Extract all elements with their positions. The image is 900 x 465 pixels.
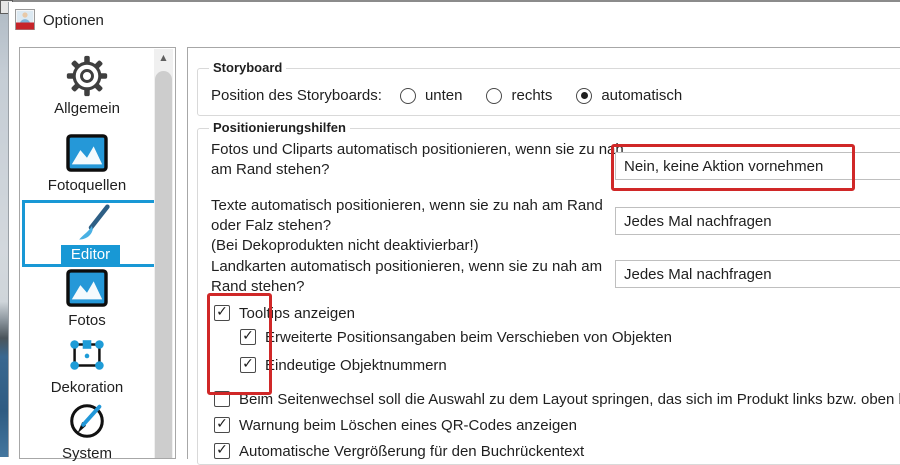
positioning-group: Positionierungshilfen Fotos und Cliparts…	[197, 128, 900, 465]
sidebar-item-label: Editor	[61, 245, 120, 264]
texte-note: (Bei Dekoprodukten nicht deaktivierbar!)	[211, 236, 626, 256]
radio-unten[interactable]	[400, 88, 416, 104]
sidebar-item-label: System	[52, 444, 122, 463]
checkbox[interactable]: ✓	[214, 417, 230, 433]
landkarten-label: Landkarten automatisch positionieren, we…	[211, 257, 626, 297]
texte-dropdown[interactable]: Jedes Mal nachfragen	[615, 207, 900, 235]
check-icon: ✓	[242, 329, 254, 343]
checkbox-label: Beim Seitenwechsel soll die Auswahl zu d…	[239, 391, 900, 408]
checkbox-row-qrcode-warnung: ✓ Warnung beim Löschen eines QR-Codes an…	[214, 416, 577, 434]
dropdown-value: Nein, keine Aktion vornehmen	[624, 158, 823, 175]
storyboard-group: Storyboard Position des Storyboards: unt…	[197, 68, 900, 116]
check-icon: ✓	[216, 305, 228, 319]
sidebar-item-system[interactable]: System	[20, 400, 154, 463]
sidebar-item-label: Dekoration	[41, 378, 134, 397]
radio-automatisch[interactable]	[576, 88, 592, 104]
checkbox-row-seitenwechsel: Beim Seitenwechsel soll die Auswahl zu d…	[214, 390, 900, 408]
group-title: Positionierungshilfen	[209, 120, 350, 135]
dropdown-value: Jedes Mal nachfragen	[624, 266, 772, 283]
sidebar-item-label: Fotoquellen	[38, 176, 136, 195]
photos-cliparts-dropdown[interactable]: Nein, keine Aktion vornehmen	[615, 152, 900, 180]
pen-circle-icon	[66, 400, 108, 442]
options-dialog: Optionen Allgemein	[8, 2, 900, 457]
sidebar-item-fotos[interactable]: Fotos	[20, 267, 154, 330]
photo-icon	[66, 132, 108, 174]
radio-label: rechts	[511, 87, 552, 104]
checkbox-row-tooltips: ✓ Tooltips anzeigen	[214, 304, 355, 322]
group-title: Storyboard	[209, 60, 286, 75]
selection-frame-icon	[66, 334, 108, 376]
checkbox-row-positionsangaben: ✓ Erweiterte Positionsangaben beim Versc…	[240, 328, 672, 346]
sidebar-scrollbar[interactable]: ▲	[154, 49, 173, 458]
checkbox-row-buchruecken: ✓ Automatische Vergrößerung für den Buch…	[214, 442, 584, 460]
check-icon: ✓	[216, 443, 228, 457]
sidebar-item-label: Allgemein	[44, 99, 130, 118]
checkbox[interactable]: ✓	[240, 329, 256, 345]
radio-label: unten	[425, 87, 463, 104]
checkbox[interactable]: ✓	[240, 357, 256, 373]
settings-panel: Storyboard Position des Storyboards: unt…	[187, 47, 900, 459]
checkbox-label: Erweiterte Positionsangaben beim Verschi…	[265, 329, 672, 346]
sidebar-item-allgemein[interactable]: Allgemein	[20, 55, 154, 118]
checkbox[interactable]: ✓	[214, 305, 230, 321]
texte-label: Texte automatisch positionieren, wenn si…	[211, 196, 626, 255]
checkbox-label: Warnung beim Löschen eines QR-Codes anze…	[239, 417, 577, 434]
title-bar: Optionen	[9, 2, 900, 47]
photos-cliparts-label: Fotos und Cliparts automatisch positioni…	[211, 140, 626, 180]
radio-label: automatisch	[601, 87, 682, 104]
check-icon: ✓	[216, 417, 228, 431]
checkbox-row-objektnummern: ✓ Eindeutige Objektnummern	[240, 356, 447, 374]
triangle-up-icon: ▲	[160, 53, 166, 62]
dropdown-value: Jedes Mal nachfragen	[624, 213, 772, 230]
sidebar-item-dekoration[interactable]: Dekoration	[20, 334, 154, 397]
sidebar-item-editor[interactable]: Editor	[22, 200, 159, 267]
scrollbar-thumb[interactable]	[155, 71, 172, 458]
photo-icon	[66, 267, 108, 309]
photo-album-icon	[15, 9, 35, 30]
checkbox[interactable]	[214, 391, 230, 407]
storyboard-position-row: Position des Storyboards: unten rechts a…	[211, 87, 706, 104]
checkbox-label: Tooltips anzeigen	[239, 305, 355, 322]
landkarten-dropdown[interactable]: Jedes Mal nachfragen	[615, 260, 900, 288]
gear-icon	[65, 55, 109, 97]
radio-rechts[interactable]	[486, 88, 502, 104]
category-sidebar: Allgemein Fotoquellen Editor	[19, 47, 176, 459]
sidebar-item-fotoquellen[interactable]: Fotoquellen	[20, 132, 154, 195]
brush-icon	[69, 203, 113, 245]
scrollbar-up-button[interactable]: ▲	[154, 49, 173, 66]
texte-question: Texte automatisch positionieren, wenn si…	[211, 196, 626, 236]
sidebar-item-label: Fotos	[58, 311, 116, 330]
storyboard-position-label: Position des Storyboards:	[211, 87, 382, 104]
check-icon: ✓	[242, 357, 254, 371]
window-title: Optionen	[43, 12, 104, 29]
checkbox-label: Eindeutige Objektnummern	[265, 357, 447, 374]
